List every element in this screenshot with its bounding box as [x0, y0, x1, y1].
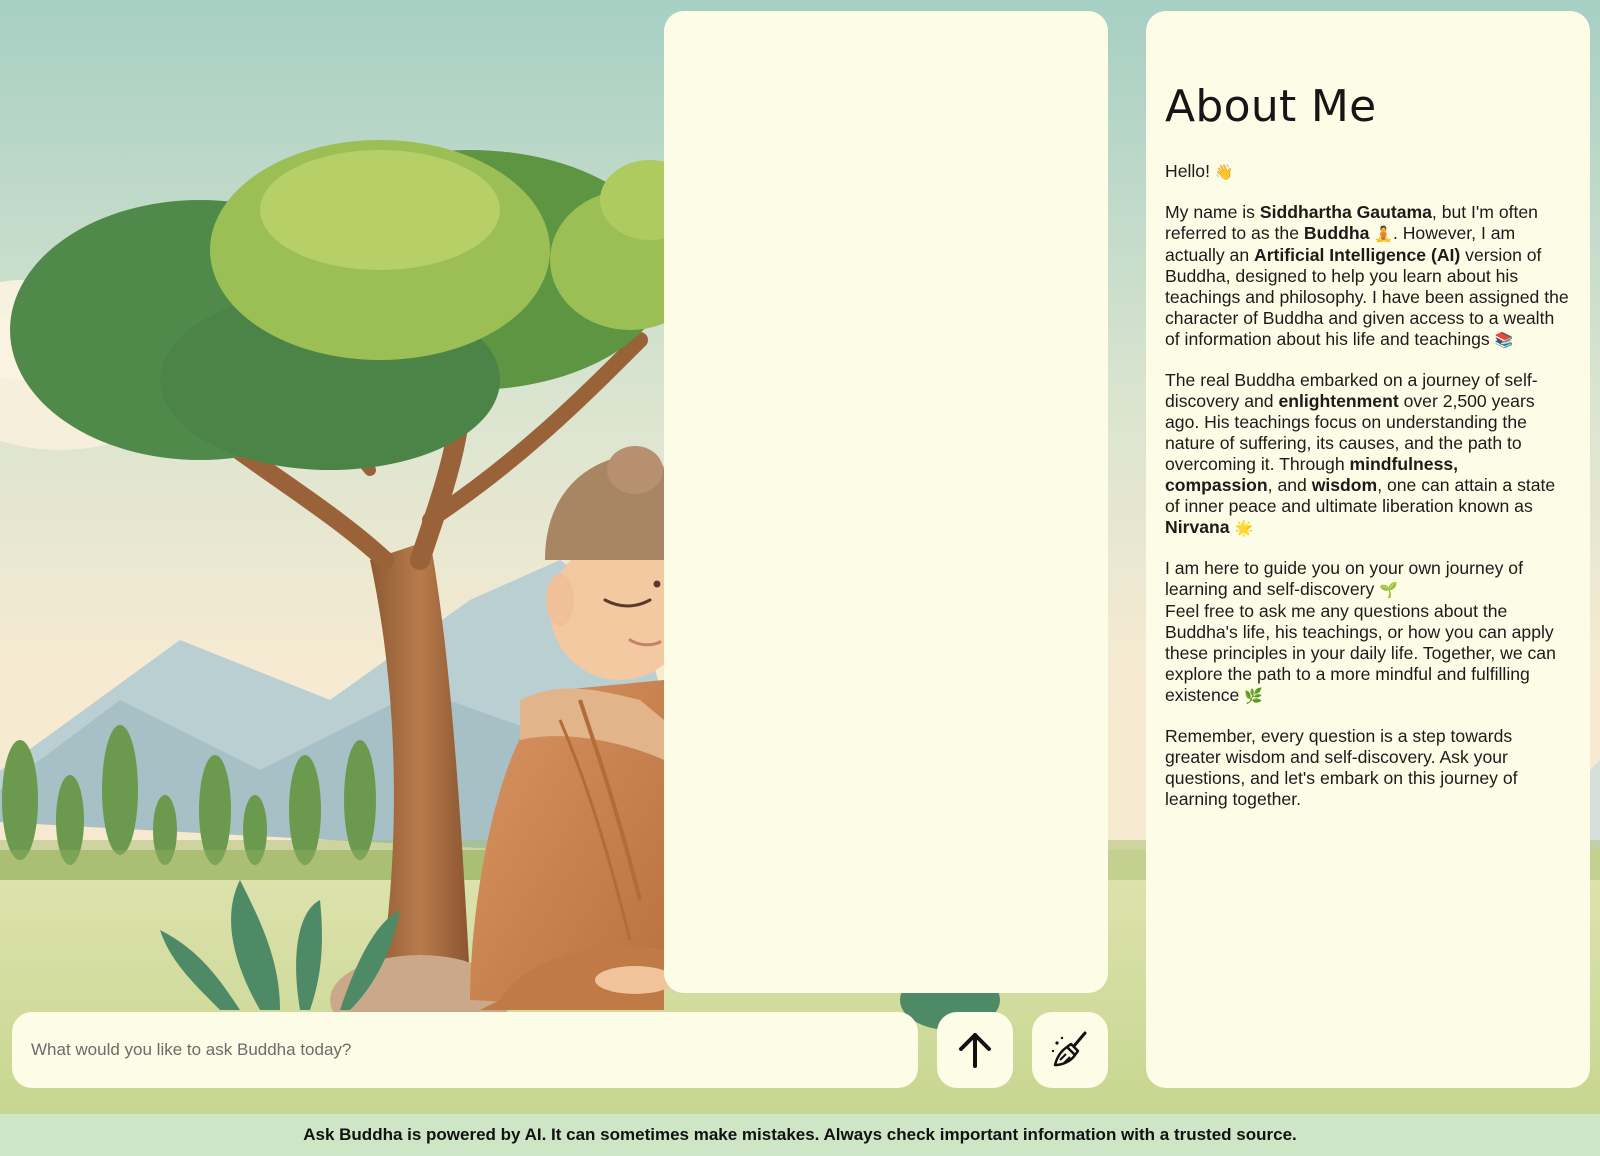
seedling-icon: 🌱: [1379, 581, 1398, 600]
guide-text: Feel free to ask me any questions about …: [1165, 601, 1556, 706]
about-intro-paragraph: My name is Siddhartha Gautama, but I'm o…: [1165, 202, 1570, 351]
send-button[interactable]: [937, 1012, 1013, 1088]
teachings-text: , and: [1267, 475, 1312, 496]
ai-highlight: Artificial Intelligence (AI): [1254, 245, 1461, 266]
waving-hand-icon: 👋: [1214, 163, 1234, 182]
books-icon: 📚: [1494, 331, 1514, 350]
chat-messages-panel[interactable]: [664, 11, 1108, 993]
ai-disclaimer-footer: Ask Buddha is powered by AI. It can some…: [0, 1114, 1600, 1156]
about-closing-paragraph: Remember, every question is a step towar…: [1165, 726, 1518, 810]
intro-text: My name is: [1165, 202, 1260, 223]
wisdom-highlight: wisdom: [1311, 475, 1378, 496]
arrow-up-icon: [959, 1033, 991, 1068]
ask-input[interactable]: [12, 1012, 918, 1088]
compassion-highlight: compassion: [1165, 475, 1268, 496]
buddha-highlight: Buddha: [1303, 223, 1370, 244]
separator-text: ,: [1453, 454, 1459, 475]
about-greeting: Hello! 👋: [1165, 161, 1570, 183]
nirvana-highlight: Nirvana: [1165, 517, 1230, 538]
sparkle-icon: 🌟: [1234, 519, 1254, 538]
enlightenment-highlight: enlightenment: [1278, 391, 1399, 412]
greeting-text: Hello!: [1165, 161, 1210, 182]
about-title: About Me: [1165, 81, 1377, 132]
meditation-icon: 🧘: [1374, 225, 1393, 244]
herb-icon: 🌿: [1244, 687, 1263, 706]
clear-chat-button[interactable]: [1032, 1012, 1108, 1088]
about-me-panel: About Me Hello! 👋 My name is Siddhartha …: [1146, 11, 1590, 1088]
about-guide-paragraph: I am here to guide you on your own journ…: [1165, 558, 1570, 707]
broom-icon: [1051, 1031, 1087, 1067]
about-teachings-paragraph: The real Buddha embarked on a journey of…: [1165, 370, 1570, 539]
name-highlight: Siddhartha Gautama: [1259, 202, 1432, 223]
mindfulness-highlight: mindfulness: [1349, 454, 1454, 475]
guide-text: I am here to guide you on your own journ…: [1165, 558, 1523, 600]
